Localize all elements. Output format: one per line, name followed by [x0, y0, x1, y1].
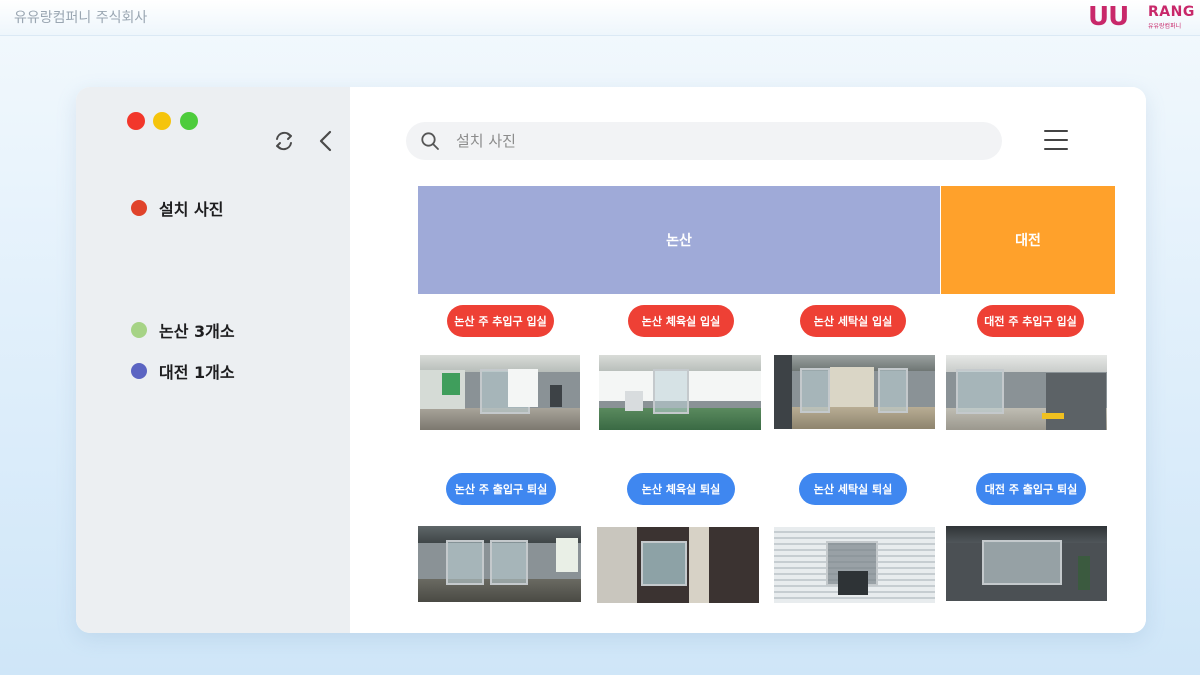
photo-daejeon-main-exit[interactable] [946, 526, 1107, 601]
sidebar-item-daejeon[interactable]: 대전 1개소 [131, 359, 235, 383]
region-header-daejeon: 대전 [941, 186, 1115, 294]
logo-name: RANG [1148, 4, 1195, 20]
exit-label-daejeon-main[interactable]: 대전 주 출입구 퇴실 [976, 473, 1086, 505]
sidebar-item-label: 설치 사진 [159, 200, 224, 219]
app-window: 설치 사진 논산 3개소 대전 1개소 논산 대전 논산 주 추입 [76, 87, 1146, 633]
company-logo: UU RANG 유유랑컴퍼니 [1088, 2, 1196, 32]
close-window-button[interactable] [127, 112, 145, 130]
photo-nonsan-gym-entrance[interactable] [599, 355, 761, 430]
photo-nonsan-gym-exit[interactable] [597, 527, 759, 603]
photo-daejeon-main-entrance[interactable] [946, 355, 1107, 430]
exit-label-nonsan-laundry[interactable]: 논산 세탁실 퇴실 [799, 473, 907, 505]
photo-nonsan-main-exit[interactable] [418, 526, 581, 602]
logo-mark: UU [1088, 2, 1129, 32]
company-name: 유유랑컴퍼니 주식회사 [14, 10, 148, 26]
exit-label-nonsan-gym[interactable]: 논산 체육실 퇴실 [627, 473, 735, 505]
photo-nonsan-main-entrance[interactable] [420, 355, 580, 430]
sidebar-bullet-daejeon [131, 363, 147, 379]
region-label: 대전 [1015, 233, 1041, 249]
main-content: 논산 대전 논산 주 추입구 입실 논산 체육실 입실 논산 세탁실 입실 대전… [350, 87, 1146, 633]
entrance-label-daejeon-main[interactable]: 대전 주 추입구 입실 [977, 305, 1084, 337]
sidebar-item-install-photos[interactable]: 설치 사진 [131, 196, 223, 220]
sidebar-item-nonsan[interactable]: 논산 3개소 [131, 318, 235, 342]
region-label: 논산 [666, 233, 692, 249]
search-bar[interactable] [406, 122, 1002, 160]
back-chevron-icon[interactable] [316, 129, 336, 153]
sidebar-bullet-nonsan [131, 322, 147, 338]
photo-nonsan-laundry-exit[interactable] [774, 527, 935, 603]
sidebar-bullet-install [131, 200, 147, 216]
entrance-label-nonsan-laundry[interactable]: 논산 세탁실 입실 [800, 305, 906, 337]
entrance-label-nonsan-main[interactable]: 논산 주 추입구 입실 [447, 305, 554, 337]
maximize-window-button[interactable] [180, 112, 198, 130]
hamburger-menu-icon[interactable] [1044, 130, 1068, 150]
search-input[interactable] [456, 126, 976, 156]
search-icon [421, 132, 439, 150]
sidebar-item-label: 논산 3개소 [159, 322, 235, 341]
exit-label-nonsan-main[interactable]: 논산 주 출입구 퇴실 [446, 473, 556, 505]
top-bar: 유유랑컴퍼니 주식회사 UU RANG 유유랑컴퍼니 [0, 0, 1200, 36]
refresh-icon[interactable] [273, 130, 295, 152]
photo-nonsan-laundry-entrance[interactable] [774, 355, 935, 429]
region-header-nonsan: 논산 [418, 186, 940, 294]
entrance-label-nonsan-gym[interactable]: 논산 체육실 입실 [628, 305, 734, 337]
logo-sub: 유유랑컴퍼니 [1148, 23, 1182, 30]
minimize-window-button[interactable] [153, 112, 171, 130]
sidebar: 설치 사진 논산 3개소 대전 1개소 [76, 87, 350, 633]
sidebar-item-label: 대전 1개소 [159, 363, 235, 382]
